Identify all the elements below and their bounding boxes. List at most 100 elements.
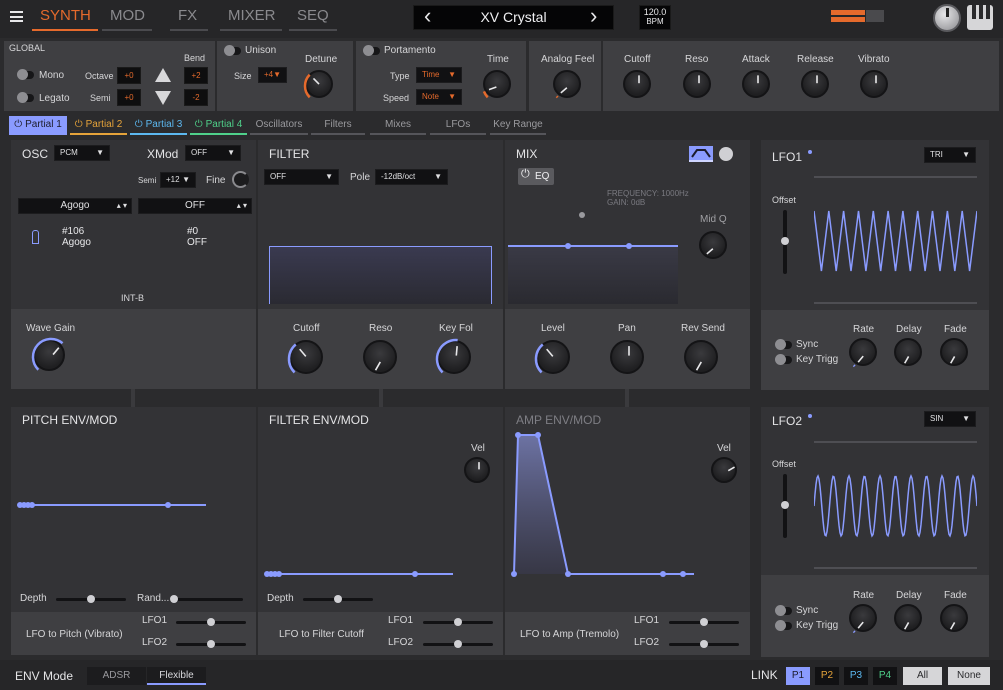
eq-point[interactable] <box>579 212 585 218</box>
nav-tab-synth[interactable]: SYNTH <box>40 7 91 24</box>
portamento-toggle[interactable] <box>363 45 380 56</box>
filter-type-dropdown[interactable]: OFF ▼ <box>264 169 339 185</box>
amp-env-graph[interactable] <box>508 430 700 580</box>
flexible-button[interactable]: Flexible <box>147 667 206 685</box>
eq-point[interactable] <box>626 243 632 249</box>
lfo2-rate-knob[interactable] <box>849 604 877 634</box>
global-reso-knob[interactable] <box>683 70 711 98</box>
pitch-lfo2-slider[interactable] <box>176 640 246 648</box>
link-p4-button[interactable]: P4 <box>873 667 897 685</box>
porta-type-dropdown[interactable]: Time ▼ <box>416 67 462 83</box>
wave-gain-knob[interactable] <box>31 337 65 371</box>
lfo1-sync-toggle[interactable] <box>775 339 792 350</box>
octave-value[interactable]: +0 <box>117 67 141 84</box>
partial-tab-1[interactable]: ⏻ Partial 1 <box>9 116 67 135</box>
legato-toggle[interactable] <box>17 92 34 103</box>
mono-toggle[interactable] <box>17 69 34 80</box>
revsend-knob[interactable] <box>684 340 718 374</box>
section-tab-key-range[interactable]: Key Range <box>490 116 546 135</box>
wave1-selector[interactable]: Agogo ▴ ▾ <box>18 198 132 214</box>
filter-reso-knob[interactable] <box>363 340 397 374</box>
section-tab-filters[interactable]: Filters <box>311 116 365 135</box>
nav-tab-seq[interactable]: SEQ <box>297 7 329 24</box>
pitch-rand-slider[interactable] <box>170 595 243 603</box>
filter-cutoff-knob[interactable] <box>287 340 323 374</box>
pole-dropdown[interactable]: -12dB/oct ▼ <box>375 169 448 185</box>
lfo2-sync-toggle[interactable] <box>775 605 792 616</box>
lfo2-wave-dropdown[interactable]: SIN ▼ <box>924 411 976 427</box>
mix-pan-knob[interactable] <box>610 340 644 374</box>
bend-up-value[interactable]: +2 <box>184 67 208 84</box>
pitch-env-graph[interactable] <box>16 495 211 515</box>
lfo2-offset-slider[interactable] <box>781 474 789 538</box>
global-cutoff-knob[interactable] <box>623 70 651 98</box>
global-vibrato-knob[interactable] <box>860 70 888 98</box>
pan-view-icon[interactable] <box>719 147 733 161</box>
global-release-knob[interactable] <box>801 70 829 98</box>
fine-knob[interactable] <box>232 171 249 188</box>
menu-icon[interactable] <box>10 11 23 22</box>
partial-tab-4[interactable]: ⏻ Partial 4 <box>190 116 247 135</box>
link-p2-button[interactable]: P2 <box>815 667 839 685</box>
master-volume-knob[interactable] <box>933 4 961 32</box>
mono-label: Mono <box>39 70 65 81</box>
porta-time-knob[interactable] <box>482 70 511 99</box>
filter-env-graph[interactable] <box>263 564 458 584</box>
xmod-dropdown[interactable]: OFF ▼ <box>185 145 241 161</box>
patch-name: XV Crystal <box>480 9 547 25</box>
eq-point[interactable] <box>565 243 571 249</box>
filter-lfo1-slider[interactable] <box>423 618 493 626</box>
bend-down-value[interactable]: -2 <box>184 89 208 106</box>
pole-label: Pole <box>350 172 371 183</box>
pitch-depth-slider[interactable] <box>56 595 126 603</box>
amp-lfo2-slider[interactable] <box>669 640 739 648</box>
lfo1-delay-knob[interactable] <box>894 338 922 366</box>
osc-semi-dropdown[interactable]: +12 ▼ <box>160 172 196 188</box>
bend-down-icon[interactable] <box>155 91 171 105</box>
midq-knob[interactable] <box>699 231 727 259</box>
amp-vel-knob[interactable] <box>711 457 737 483</box>
global-attack-knob[interactable] <box>742 70 770 98</box>
lfo1-fade-knob[interactable] <box>940 338 968 366</box>
adsr-button[interactable]: ADSR <box>87 667 146 685</box>
filter-depth-slider[interactable] <box>303 595 373 603</box>
detune-knob[interactable] <box>303 70 333 99</box>
pitch-lfo1-slider[interactable] <box>176 618 246 626</box>
midq-label: Mid Q <box>700 214 727 225</box>
nav-tab-mixer[interactable]: MIXER <box>228 7 276 24</box>
lfo2-delay-knob[interactable] <box>894 604 922 632</box>
lfo1-offset-slider[interactable] <box>781 210 789 274</box>
size-dropdown[interactable]: +4 ▼ <box>258 67 287 83</box>
wave2-selector[interactable]: OFF ▴ ▾ <box>138 198 252 214</box>
lfo1-keytrig-toggle[interactable] <box>775 354 792 365</box>
lfo1-rate-knob[interactable] <box>849 338 877 368</box>
lfo2-fade-knob[interactable] <box>940 604 968 632</box>
filter-vel-knob[interactable] <box>464 457 490 483</box>
section-tab-mixes[interactable]: Mixes <box>370 116 426 135</box>
keyfol-knob[interactable] <box>435 338 471 374</box>
mix-level-knob[interactable] <box>534 340 570 374</box>
link-p3-button[interactable]: P3 <box>844 667 868 685</box>
lfo2-keytrig-toggle[interactable] <box>775 620 792 631</box>
patch-next-button[interactable]: › <box>590 3 597 29</box>
link-p1-button[interactable]: P1 <box>786 667 810 685</box>
section-tab-lfos[interactable]: LFOs <box>430 116 486 135</box>
partial-tab-3[interactable]: ⏻ Partial 3 <box>130 116 187 135</box>
filter-lfo2-slider[interactable] <box>423 640 493 648</box>
amp-lfo1-slider[interactable] <box>669 618 739 626</box>
analog-feel-knob[interactable] <box>553 70 581 99</box>
unison-toggle[interactable] <box>224 45 241 56</box>
nav-tab-fx[interactable]: FX <box>178 7 197 24</box>
porta-speed-dropdown[interactable]: Note ▼ <box>416 89 462 105</box>
link-none-button[interactable]: None <box>948 667 990 685</box>
bend-up-icon[interactable] <box>155 68 171 82</box>
osc-type-dropdown[interactable]: PCM ▼ <box>54 145 110 161</box>
section-tab-oscillators[interactable]: Oscillators <box>250 116 308 135</box>
partial-tab-2[interactable]: ⏻ Partial 2 <box>70 116 127 135</box>
link-all-button[interactable]: All <box>903 667 942 685</box>
keyboard-icon[interactable] <box>967 5 993 30</box>
eq-view-icon[interactable] <box>689 146 713 162</box>
semi-value[interactable]: +0 <box>117 89 141 106</box>
lfo1-wave-dropdown[interactable]: TRI ▼ <box>924 147 976 163</box>
nav-tab-mod[interactable]: MOD <box>110 7 145 24</box>
